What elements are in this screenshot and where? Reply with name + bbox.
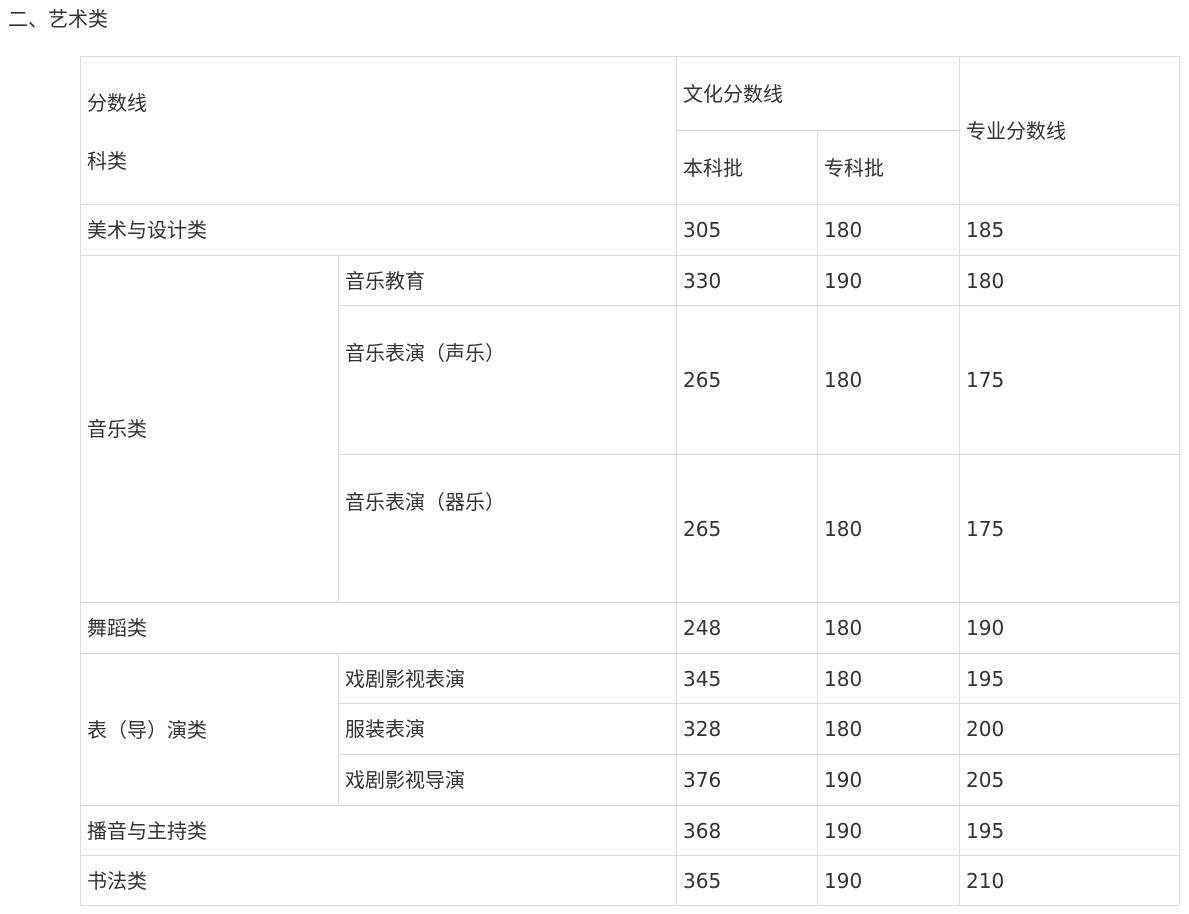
- undergrad-score: 345: [676, 653, 818, 704]
- table-header-row: 分数线 科类 文化分数线 专业分数线: [80, 56, 1180, 205]
- table-row: 表（导）演类 戏剧影视表演 345 180 195: [80, 653, 1180, 806]
- junior-score: 180: [817, 204, 960, 256]
- table-row: 音乐类 音乐教育 330 190 180: [80, 255, 1180, 603]
- header-corner-cell: 分数线 科类: [80, 56, 677, 205]
- corner-label-category: 科类: [87, 148, 127, 173]
- header-junior: 专科批: [817, 130, 960, 205]
- junior-score: 180: [817, 703, 960, 755]
- category-label: 舞蹈类: [80, 602, 677, 654]
- junior-score: 190: [817, 855, 960, 906]
- header-professional-line: 专业分数线: [959, 56, 1180, 205]
- table-row: 播音与主持类 368 190 195: [80, 805, 1180, 856]
- subcategory-label: 音乐表演（器乐）: [338, 454, 677, 603]
- subcategory-label: 音乐表演（声乐）: [338, 305, 677, 455]
- undergrad-score: 330: [676, 255, 818, 306]
- junior-score: 180: [817, 305, 960, 455]
- header-undergrad: 本科批: [676, 130, 818, 205]
- undergrad-score: 376: [676, 754, 818, 806]
- subcategory-label: 戏剧影视表演: [338, 653, 677, 704]
- score-table: 分数线 科类 文化分数线 专业分数线 本科批 专科批 美术与设计类 305 18…: [80, 56, 1180, 906]
- table-row: 书法类 365 190 210: [80, 855, 1180, 906]
- undergrad-score: 305: [676, 204, 818, 256]
- junior-score: 190: [817, 805, 960, 856]
- corner-label-score: 分数线: [87, 90, 147, 115]
- section-title: 二、艺术类: [8, 7, 108, 31]
- professional-score: 195: [959, 805, 1180, 856]
- undergrad-score: 265: [676, 305, 818, 455]
- table-row: 舞蹈类 248 180 190: [80, 602, 1180, 654]
- undergrad-score: 368: [676, 805, 818, 856]
- professional-score: 175: [959, 454, 1180, 603]
- header-culture-line: 文化分数线: [676, 56, 960, 131]
- undergrad-score: 328: [676, 703, 818, 755]
- category-label: 书法类: [80, 855, 677, 906]
- undergrad-score: 248: [676, 602, 818, 654]
- junior-score: 190: [817, 754, 960, 806]
- professional-score: 200: [959, 703, 1180, 755]
- table-row: 美术与设计类 305 180 185: [80, 204, 1180, 256]
- professional-score: 175: [959, 305, 1180, 455]
- professional-score: 180: [959, 255, 1180, 306]
- category-label: 表（导）演类: [80, 653, 339, 806]
- undergrad-score: 365: [676, 855, 818, 906]
- professional-score: 210: [959, 855, 1180, 906]
- junior-score: 180: [817, 653, 960, 704]
- junior-score: 180: [817, 602, 960, 654]
- category-label: 美术与设计类: [80, 204, 677, 256]
- professional-score: 185: [959, 204, 1180, 256]
- junior-score: 190: [817, 255, 960, 306]
- undergrad-score: 265: [676, 454, 818, 603]
- subcategory-label: 服装表演: [338, 703, 677, 755]
- subcategory-label: 戏剧影视导演: [338, 754, 677, 806]
- professional-score: 190: [959, 602, 1180, 654]
- professional-score: 195: [959, 653, 1180, 704]
- category-label: 音乐类: [80, 255, 339, 603]
- professional-score: 205: [959, 754, 1180, 806]
- category-label: 播音与主持类: [80, 805, 677, 856]
- junior-score: 180: [817, 454, 960, 603]
- subcategory-label: 音乐教育: [338, 255, 677, 306]
